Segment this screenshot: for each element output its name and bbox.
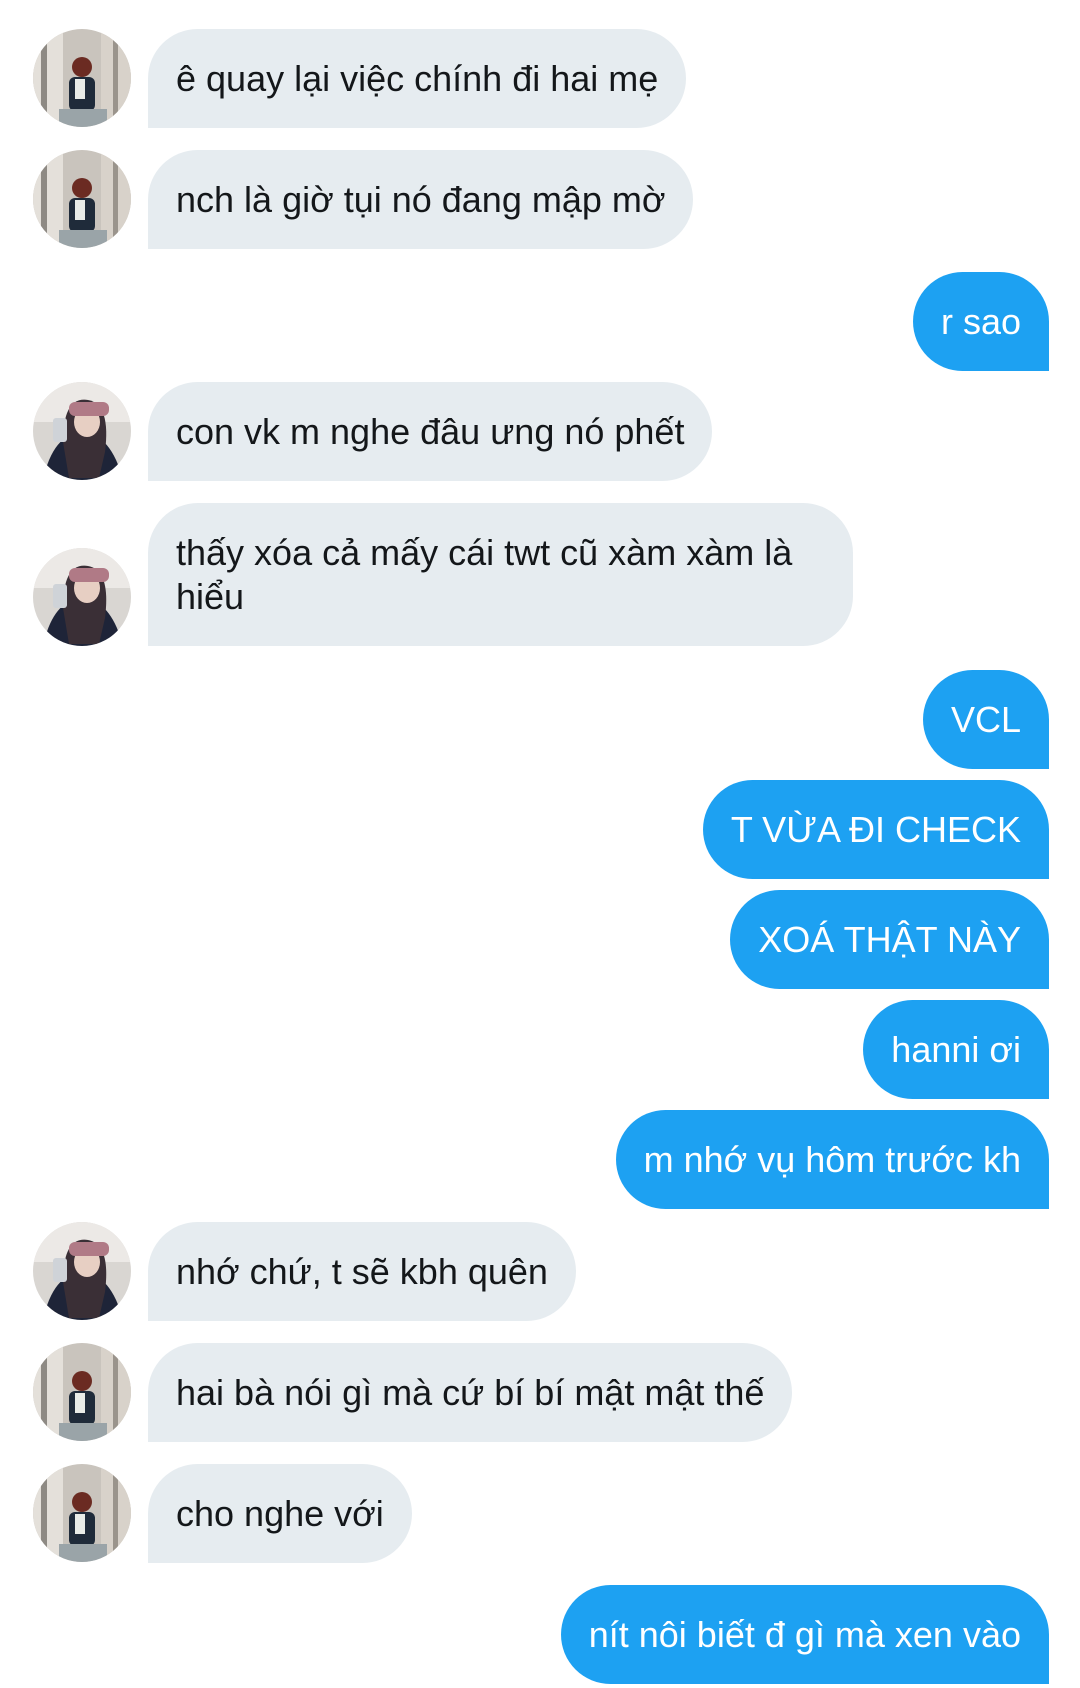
message-outgoing: hanni ơi (863, 1000, 1049, 1099)
avatar[interactable] (33, 1464, 131, 1562)
message-bubble[interactable]: VCL (922, 670, 1049, 769)
message-incoming: nch là giờ tụi nó đang mập mờ (148, 150, 694, 249)
message-bubble[interactable]: ê quay lại việc chính đi hai mẹ (148, 29, 687, 128)
message-outgoing: T VỪA ĐI CHECK (702, 780, 1049, 879)
message-bubble[interactable]: nch là giờ tụi nó đang mập mờ (148, 150, 694, 249)
message-incoming: nhớ chứ, t sẽ kbh quên (148, 1222, 576, 1321)
message-incoming: cho nghe với (148, 1464, 412, 1563)
avatar[interactable] (33, 382, 131, 480)
message-incoming: thấy xóa cả mấy cái twt cũ xàm xàm là hi… (148, 503, 853, 646)
message-bubble[interactable]: cho nghe với (148, 1464, 412, 1563)
message-bubble[interactable]: T VỪA ĐI CHECK (702, 780, 1049, 879)
avatar[interactable] (33, 150, 131, 248)
message-bubble[interactable]: hai bà nói gì mà cứ bí bí mật mật thế (148, 1343, 793, 1442)
avatar[interactable] (33, 29, 131, 127)
message-incoming: hai bà nói gì mà cứ bí bí mật mật thế (148, 1343, 793, 1442)
message-bubble[interactable]: nhớ chứ, t sẽ kbh quên (148, 1222, 576, 1321)
message-outgoing: r sao (912, 272, 1049, 371)
message-outgoing: nít nôi biết đ gì mà xen vào (560, 1585, 1049, 1684)
message-bubble[interactable]: r sao (912, 272, 1049, 371)
message-bubble[interactable]: XOÁ THẬT NÀY (730, 890, 1049, 989)
message-incoming: con vk m nghe đâu ưng nó phết (148, 382, 713, 481)
message-bubble[interactable]: hanni ơi (863, 1000, 1049, 1099)
message-incoming: ê quay lại việc chính đi hai mẹ (148, 29, 687, 128)
message-bubble[interactable]: nít nôi biết đ gì mà xen vào (560, 1585, 1049, 1684)
message-bubble[interactable]: thấy xóa cả mấy cái twt cũ xàm xàm là hi… (148, 503, 853, 646)
avatar[interactable] (33, 1343, 131, 1441)
message-bubble[interactable]: m nhớ vụ hôm trước kh (615, 1110, 1049, 1209)
message-outgoing: XOÁ THẬT NÀY (730, 890, 1049, 989)
message-bubble[interactable]: con vk m nghe đâu ưng nó phết (148, 382, 713, 481)
avatar[interactable] (33, 548, 131, 646)
message-outgoing: VCL (922, 670, 1049, 769)
avatar[interactable] (33, 1222, 131, 1320)
message-outgoing: m nhớ vụ hôm trước kh (615, 1110, 1049, 1209)
